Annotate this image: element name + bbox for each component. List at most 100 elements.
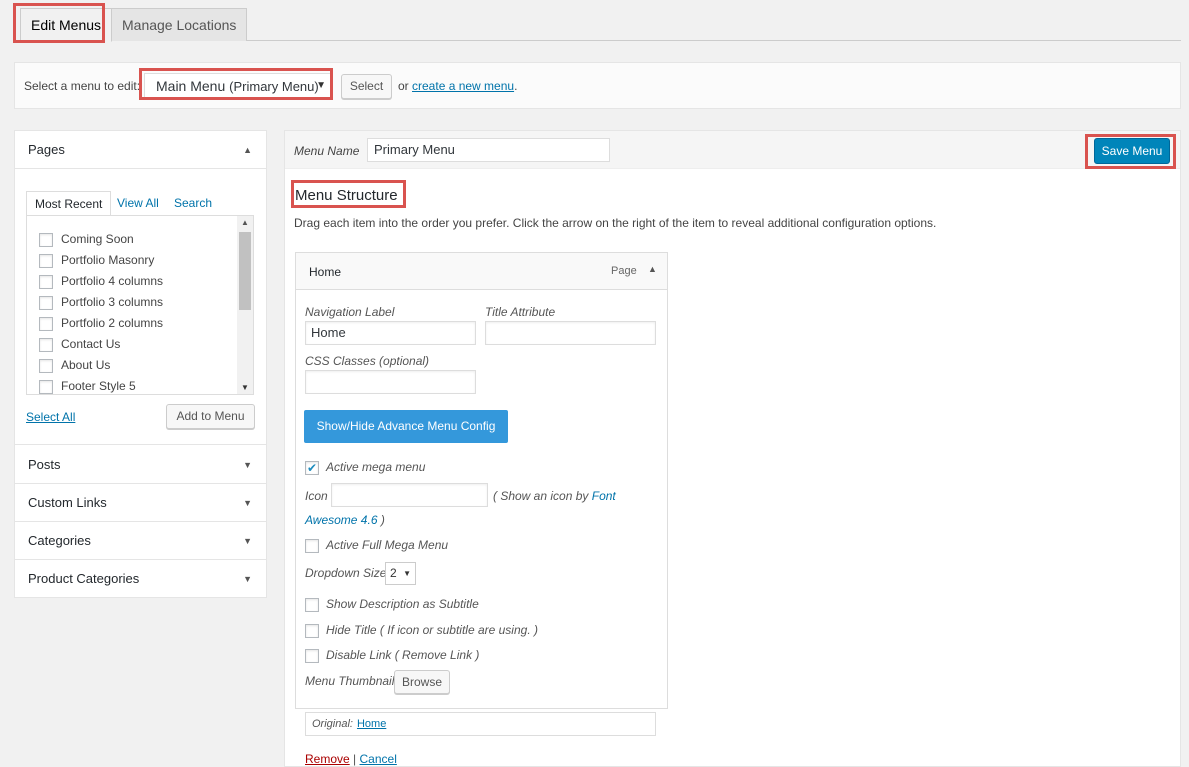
menu-structure-title: Menu Structure	[295, 187, 398, 204]
add-to-menu-button[interactable]: Add to Menu	[166, 404, 255, 429]
dropdown-size-select[interactable]: 2 ▼	[385, 562, 416, 585]
original-label: Original:	[312, 718, 353, 730]
navigation-label-input[interactable]: Home	[305, 321, 476, 345]
page-label: About Us	[61, 358, 111, 372]
create-new-menu-link[interactable]: create a new menu	[412, 79, 514, 93]
css-classes-label: CSS Classes (optional)	[305, 354, 430, 368]
checkbox[interactable]	[39, 274, 53, 289]
scroll-down-icon[interactable]: ▼	[241, 383, 249, 392]
pages-list: Coming Soon Portfolio Masonry Portfolio …	[26, 215, 254, 395]
period: .	[514, 79, 518, 93]
checkbox[interactable]	[39, 232, 53, 247]
chevron-down-icon: ▼	[243, 498, 252, 508]
menu-name-input[interactable]: Primary Menu	[367, 138, 610, 162]
page-label: Portfolio 2 columns	[61, 316, 164, 330]
pages-body: Most Recent View All Search Coming Soon …	[15, 169, 266, 445]
chevron-down-icon: ▼	[316, 80, 326, 91]
scroll-up-icon[interactable]: ▲	[241, 218, 249, 227]
select-menu-label: Select a menu to edit:	[24, 79, 141, 93]
checkbox[interactable]	[39, 316, 53, 331]
hide-title-row[interactable]: Hide Title ( If icon or subtitle are usi…	[305, 622, 538, 638]
dropdown-size-label: Dropdown Size	[305, 566, 387, 580]
scroll-thumb[interactable]	[239, 232, 251, 310]
list-item[interactable]: About Us	[39, 357, 110, 377]
active-mega-menu-checkbox[interactable]	[305, 460, 319, 476]
select-all-link[interactable]: Select All	[26, 410, 75, 424]
accordion-pages[interactable]: Pages ▲	[15, 131, 266, 169]
menu-thumbnail-label: Menu Thumbnail	[305, 674, 395, 688]
icon-note-suffix: )	[380, 513, 385, 527]
accordion-custom-links-title: Custom Links	[28, 495, 107, 510]
original-link-box: Original: Home	[305, 712, 656, 736]
show-description-checkbox[interactable]	[305, 597, 319, 612]
save-menu-button[interactable]: Save Menu	[1094, 138, 1170, 164]
advance-menu-config-button[interactable]: Show/Hide Advance Menu Config	[304, 410, 508, 443]
checkbox[interactable]	[39, 358, 53, 373]
font-awesome-link[interactable]: Font	[592, 489, 616, 503]
accordion-posts-title: Posts	[28, 457, 61, 472]
tab-view-all[interactable]: View All	[117, 191, 159, 215]
icon-input[interactable]	[331, 483, 488, 507]
or-label: or	[398, 79, 409, 93]
tab-edit-menus[interactable]: Edit Menus	[20, 8, 113, 42]
accordion-product-categories[interactable]: Product Categories ▼	[15, 560, 266, 598]
active-mega-menu-row[interactable]: Active mega menu	[305, 459, 425, 476]
page-label: Footer Style 5	[61, 379, 136, 393]
page-label: Portfolio 3 columns	[61, 295, 164, 309]
menu-item-header[interactable]: Home Page ▲	[296, 253, 667, 290]
list-scrollbar[interactable]: ▲ ▼	[237, 216, 253, 394]
page-label: Contact Us	[61, 337, 121, 351]
hide-title-label: Hide Title ( If icon or subtitle are usi…	[326, 623, 538, 637]
title-attribute-input[interactable]	[485, 321, 656, 345]
original-home-link[interactable]: Home	[357, 718, 386, 730]
menu-select-value: Main Menu	[156, 78, 226, 94]
list-item[interactable]: Portfolio Masonry	[39, 252, 154, 272]
chevron-down-icon: ▼	[243, 574, 252, 584]
show-description-label: Show Description as Subtitle	[326, 597, 479, 611]
hide-title-checkbox[interactable]	[305, 623, 319, 638]
title-attribute-label: Title Attribute	[485, 305, 556, 319]
disable-link-checkbox[interactable]	[305, 648, 319, 663]
select-button[interactable]: Select	[341, 74, 392, 99]
accordion-custom-links[interactable]: Custom Links ▼	[15, 484, 266, 522]
cancel-link[interactable]: Cancel	[360, 752, 397, 766]
css-classes-input[interactable]	[305, 370, 476, 394]
checkbox[interactable]	[39, 295, 53, 310]
menu-edit-panel: Menu Name Primary Menu Save Menu Menu St…	[284, 130, 1181, 767]
checkbox[interactable]	[39, 337, 53, 352]
page-label: Coming Soon	[61, 232, 134, 246]
tab-search[interactable]: Search	[174, 191, 212, 215]
accordion-posts[interactable]: Posts ▼	[15, 446, 266, 484]
accordion-pages-title: Pages	[28, 142, 65, 157]
show-description-row[interactable]: Show Description as Subtitle	[305, 596, 479, 612]
remove-link[interactable]: Remove	[305, 752, 350, 766]
disable-link-row[interactable]: Disable Link ( Remove Link )	[305, 647, 479, 663]
menu-structure-description: Drag each item into the order you prefer…	[294, 216, 937, 230]
dropdown-size-value: 2	[390, 566, 397, 580]
disable-link-label: Disable Link ( Remove Link )	[326, 648, 480, 662]
list-item[interactable]: Footer Style 5	[39, 378, 136, 394]
tab-most-recent[interactable]: Most Recent	[26, 191, 112, 216]
list-item[interactable]: Portfolio 2 columns	[39, 315, 163, 335]
nav-tabs: Edit Menus Manage Locations	[14, 0, 1181, 42]
checkbox[interactable]	[39, 379, 53, 394]
chevron-down-icon: ▼	[243, 460, 252, 470]
full-mega-menu-checkbox[interactable]	[305, 538, 319, 553]
menu-select-dropdown[interactable]: Main Menu (Primary Menu) ▼	[144, 73, 332, 99]
font-awesome-version-link[interactable]: Awesome 4.6	[305, 513, 378, 527]
list-item[interactable]: Coming Soon	[39, 231, 134, 251]
menu-item-title: Home	[309, 265, 342, 279]
list-item[interactable]: Portfolio 3 columns	[39, 294, 163, 314]
icon-label: Icon	[305, 489, 328, 503]
full-mega-menu-row[interactable]: Active Full Mega Menu	[305, 537, 448, 553]
list-item[interactable]: Portfolio 4 columns	[39, 273, 163, 293]
chevron-up-icon[interactable]: ▲	[648, 264, 657, 274]
accordion-categories[interactable]: Categories ▼	[15, 522, 266, 560]
checkbox[interactable]	[39, 253, 53, 268]
menu-item-home: Home Page ▲ Navigation Label Home Title …	[295, 252, 668, 709]
list-item[interactable]: Contact Us	[39, 336, 120, 356]
select-menu-bar: Select a menu to edit: Main Menu (Primar…	[14, 62, 1181, 109]
tab-manage-locations[interactable]: Manage Locations	[111, 8, 248, 41]
browse-button[interactable]: Browse	[394, 670, 450, 694]
chevron-down-icon: ▼	[403, 569, 411, 578]
